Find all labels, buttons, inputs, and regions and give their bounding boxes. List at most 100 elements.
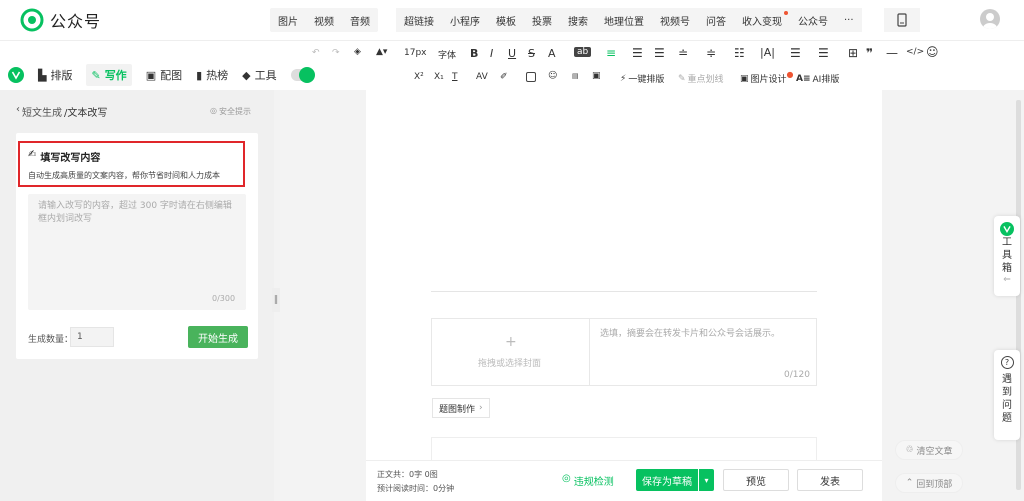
toolbox-button[interactable]: 工具箱 ⇐ xyxy=(994,216,1020,296)
publish-button[interactable]: 发表 xyxy=(797,469,863,491)
image-design-button[interactable]: ▣ 图片设计 ● xyxy=(740,70,794,85)
menu-vote[interactable]: 投票 xyxy=(524,13,560,28)
strikethrough-button[interactable]: S xyxy=(528,47,535,60)
assistant-logo-icon xyxy=(8,67,24,83)
magic-icon[interactable]: ✐ xyxy=(500,72,508,82)
quote-icon[interactable]: ❞ xyxy=(866,46,873,60)
image-icon: ▣ xyxy=(145,68,157,82)
menu-more[interactable]: ··· xyxy=(836,15,862,26)
sticker-icon[interactable]: ☺ xyxy=(548,71,557,81)
align-icon[interactable]: ≐ xyxy=(678,46,688,60)
app-name: 公众号 xyxy=(50,12,102,31)
quantity-input[interactable]: 1 xyxy=(70,327,114,347)
save-draft-button[interactable]: 保存为草稿 xyxy=(636,469,698,491)
back-to-top-button[interactable]: ⌃ 回到顶部 xyxy=(895,473,963,493)
char-counter: 0/300 xyxy=(212,294,236,303)
back-chevron-icon[interactable]: ‹ xyxy=(16,104,20,119)
heading-icon[interactable]: T xyxy=(452,72,458,82)
rewrite-placeholder: 请输入改写的内容，超过 300 字时请在右侧编辑框内划词改写 xyxy=(38,201,232,224)
mode-tabs: ▙ 排版 ✎ 写作 ▣ 配图 ▮ 热榜 ◆ 工具 xyxy=(8,64,315,86)
line-height-icon[interactable]: ≑ xyxy=(706,46,716,60)
menu-channels[interactable]: 视频号 xyxy=(652,13,698,28)
av-icon[interactable]: AV xyxy=(476,72,488,82)
double-up-icon: ⌃ xyxy=(905,478,914,488)
toggle-switch[interactable] xyxy=(290,67,315,83)
compliance-check-button[interactable]: ◎ 违规检测 xyxy=(562,473,614,488)
one-key-layout-button[interactable]: ⚡ 一键排版 xyxy=(620,72,664,86)
breadcrumb-short-text[interactable]: 短文生成 xyxy=(22,104,62,119)
redo-icon[interactable]: ↷ xyxy=(332,48,340,58)
pencil-icon: ✍ xyxy=(28,149,37,160)
code-icon[interactable]: </> xyxy=(906,47,924,57)
top-bar: 公众号 图片 视频 音频 超链接 小程序 模板 投票 搜索 地理位置 视频号 问… xyxy=(0,0,1024,40)
menu-audio[interactable]: 音频 xyxy=(342,13,378,28)
tab-hot-list[interactable]: ▮ 热榜 xyxy=(196,67,228,83)
menu-search[interactable]: 搜索 xyxy=(560,13,596,28)
help-label: 遇到问题 xyxy=(1002,374,1012,424)
save-dropdown-icon[interactable]: ▾ xyxy=(699,469,714,491)
briefcase-icon[interactable]: ▣ xyxy=(592,71,601,81)
clear-format-icon[interactable]: ▲▾ xyxy=(376,47,387,57)
emoji-icon[interactable]: ☺ xyxy=(926,45,939,59)
superscript-button[interactable]: X² xyxy=(414,72,424,82)
bold-button[interactable]: B xyxy=(470,47,478,60)
writing-icon: ✎ xyxy=(91,68,101,82)
notification-dot xyxy=(784,10,788,15)
menu-video[interactable]: 视频 xyxy=(306,13,342,28)
ai-layout-button[interactable]: A≡ AI排版 xyxy=(796,72,839,86)
font-select[interactable]: 字体 xyxy=(438,48,456,61)
image-make-button[interactable]: 题图制作 › xyxy=(432,398,490,418)
font-size-select[interactable]: 17px xyxy=(404,48,427,58)
align-left-icon[interactable]: ≡ xyxy=(606,46,616,60)
bg-color-button[interactable]: ab xyxy=(574,47,592,57)
user-icon xyxy=(983,13,997,29)
clear-article-button[interactable]: ♲ 清空文章 xyxy=(895,440,963,460)
shield-check-icon: ◎ xyxy=(562,473,571,484)
menu-template[interactable]: 模板 xyxy=(488,13,524,28)
subscript-button[interactable]: X₁ xyxy=(434,72,444,82)
avatar[interactable] xyxy=(980,9,1000,29)
wechat-logo-icon xyxy=(20,8,44,32)
tab-tools[interactable]: ◆ 工具 xyxy=(242,67,276,83)
html-icon[interactable]: ▤ xyxy=(572,72,579,80)
underline-button[interactable]: U xyxy=(508,47,516,60)
ordered-list-icon[interactable]: ☰ xyxy=(818,46,829,60)
mobile-preview-button[interactable] xyxy=(884,8,920,32)
menu-official-account[interactable]: 公众号 xyxy=(790,13,836,28)
undo-icon[interactable]: ↶ xyxy=(312,48,320,58)
font-color-button[interactable]: A xyxy=(548,47,556,60)
divider-icon[interactable]: — xyxy=(886,46,898,60)
menu-location[interactable]: 地理位置 xyxy=(596,13,652,28)
letter-spacing-icon[interactable]: |A| xyxy=(760,46,775,59)
preview-button[interactable]: 预览 xyxy=(723,469,789,491)
format-painter-icon[interactable]: ◈ xyxy=(354,47,361,57)
list-icon[interactable]: ☰ xyxy=(790,46,801,60)
question-icon: ? xyxy=(1000,356,1014,369)
media-menu: 图片 视频 音频 xyxy=(270,8,378,32)
help-button[interactable]: ? 遇到问题 xyxy=(994,350,1020,440)
table-icon[interactable]: ⊞ xyxy=(848,46,858,60)
word-count: 正文共：0字 0图 xyxy=(377,470,438,479)
menu-qa[interactable]: 问答 xyxy=(698,13,734,28)
menu-monetize[interactable]: 收入变现 xyxy=(734,10,790,28)
summary-input[interactable]: 选填，摘要会在转发卡片和公众号会话展示。 xyxy=(600,326,780,339)
menu-image[interactable]: 图片 xyxy=(270,13,306,28)
card-desc: 自动生成高质量的文案内容，帮你节省时间和人力成本 xyxy=(28,171,220,180)
tab-writing[interactable]: ✎ 写作 xyxy=(86,64,132,86)
key-line-button[interactable]: ✎ 重点划线 xyxy=(678,72,724,86)
phone-icon xyxy=(897,13,907,27)
menu-miniprogram[interactable]: 小程序 xyxy=(442,13,488,28)
arrow-left-icon: ⇐ xyxy=(1003,275,1011,285)
indent-icon[interactable]: ☰ xyxy=(632,46,643,60)
layout-icon: ▙ xyxy=(38,68,47,82)
image-insert-icon[interactable] xyxy=(526,72,536,82)
italic-button[interactable]: I xyxy=(490,47,493,60)
outdent-icon[interactable]: ☰ xyxy=(654,46,665,60)
tab-illustration[interactable]: ▣ 配图 xyxy=(146,67,182,83)
generate-button[interactable]: 开始生成 xyxy=(188,326,248,348)
tab-layout[interactable]: ▙ 排版 xyxy=(38,67,72,83)
splitter-handle[interactable]: ‖ xyxy=(272,288,280,312)
spacing-icon[interactable]: ☷ xyxy=(734,46,745,60)
safety-tip[interactable]: ◎ 安全提示 xyxy=(210,106,251,117)
menu-hyperlink[interactable]: 超链接 xyxy=(396,13,442,28)
